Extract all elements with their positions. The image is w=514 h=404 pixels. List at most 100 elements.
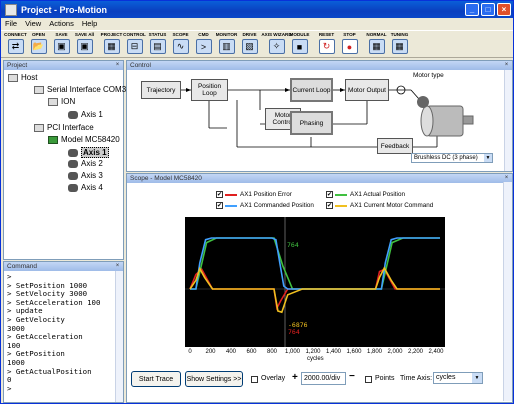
panel-close-icon[interactable]: × bbox=[114, 263, 121, 270]
toolbar-button-label: OPEN bbox=[31, 32, 46, 37]
toolbar-button-label: STATUS bbox=[148, 32, 167, 37]
points-label: Points bbox=[375, 375, 395, 382]
legend-item-actual-position[interactable]: ✔ AX1 Actual Position bbox=[326, 191, 405, 198]
toolbar-button-cmd[interactable]: CMD > bbox=[192, 31, 215, 58]
x-tick-label: 1,000 bbox=[284, 349, 301, 355]
toolbar-button-tuning[interactable]: TUNING ▦ bbox=[388, 31, 411, 58]
toolbar-button-label: NORMAL bbox=[366, 32, 387, 37]
panel-close-icon[interactable]: × bbox=[503, 62, 510, 69]
toolbar-button-control[interactable]: CONTROL ⊟ bbox=[123, 31, 146, 58]
toolbar-button-status[interactable]: STATUS ▤ bbox=[146, 31, 169, 58]
trajectory-block[interactable]: Trajectory bbox=[141, 81, 181, 99]
x-tick-label: 2,200 bbox=[407, 349, 424, 355]
tree-node-pci[interactable]: PCI Interface bbox=[34, 123, 94, 132]
tree-node-host[interactable]: Host bbox=[8, 73, 37, 82]
checkbox[interactable]: ✔ bbox=[326, 191, 333, 198]
legend-swatch bbox=[335, 204, 347, 207]
toolbar-button-open[interactable]: OPEN 📂 bbox=[27, 31, 50, 58]
tree-node-axis[interactable]: Axis 4 bbox=[68, 183, 103, 192]
drive-icon bbox=[48, 97, 58, 106]
checkbox[interactable]: ✔ bbox=[216, 191, 223, 198]
pci-icon bbox=[34, 123, 44, 132]
save-icon: ▣ bbox=[53, 39, 70, 54]
tree-node-serial[interactable]: Serial Interface COM3 bbox=[34, 85, 126, 94]
project-panel: Project × Host Serial Interface COM3 ION… bbox=[3, 60, 126, 260]
wizard-icon: ✧ bbox=[268, 39, 285, 54]
chevron-down-icon[interactable]: ▼ bbox=[484, 154, 492, 162]
toolbar-button-stop[interactable]: STOP ● bbox=[338, 31, 361, 58]
menu-actions[interactable]: Actions bbox=[49, 19, 74, 28]
command-console[interactable]: > > SetPosition 1000 > SetVelocity 3000 > S… bbox=[7, 272, 100, 393]
menu-help[interactable]: Help bbox=[82, 19, 97, 28]
zoom-out-icon[interactable]: − bbox=[349, 371, 355, 382]
tree-node-ion[interactable]: ION bbox=[48, 97, 75, 106]
x-tick-label: 2,400 bbox=[428, 349, 444, 355]
toolbar-button-drive[interactable]: DRIVE ▧ bbox=[238, 31, 261, 58]
menu-file[interactable]: File bbox=[5, 19, 17, 28]
feedback-block[interactable]: Feedback bbox=[377, 138, 413, 154]
x-tick-label: 1,400 bbox=[325, 349, 342, 355]
project-icon: ▦ bbox=[103, 39, 120, 54]
scope-plot[interactable]: 764 -6876 764 bbox=[185, 217, 445, 347]
toolbar-button-module[interactable]: MODULE ■ bbox=[288, 31, 311, 58]
show-settings-button[interactable]: Show Settings >> bbox=[185, 371, 243, 387]
legend-item-commanded-position[interactable]: ✔ AX1 Commanded Position bbox=[216, 202, 314, 209]
main-window: Project - Pro-Motion _ □ × File View Act… bbox=[0, 0, 514, 404]
toolbar-button-normal[interactable]: NORMAL ▦ bbox=[365, 31, 388, 58]
zoom-field[interactable]: 2000.00/div bbox=[301, 372, 346, 385]
console-line: > GetAcceleration bbox=[7, 332, 83, 342]
toolbar-button-scope[interactable]: SCOPE ∿ bbox=[169, 31, 192, 58]
tree-node-axis[interactable]: Axis 2 bbox=[68, 159, 103, 168]
x-tick-label: 2,000 bbox=[387, 349, 403, 355]
toolbar-button-axis-wizard[interactable]: AXIS WIZARD ✧ bbox=[261, 31, 292, 58]
motor-type-select[interactable]: Brushless DC (3 phase) ▼ bbox=[411, 153, 493, 163]
position-loop-block[interactable]: Position Loop bbox=[191, 79, 228, 101]
toolbar-button-project[interactable]: PROJECT ▦ bbox=[100, 31, 123, 58]
toolbar-button-reset[interactable]: RESET ↻ bbox=[315, 31, 338, 58]
motor-type-label: Motor type bbox=[413, 72, 444, 79]
toolbar-button-label: SCOPE bbox=[172, 32, 189, 37]
drive-icon: ▧ bbox=[241, 39, 258, 54]
close-button[interactable]: × bbox=[497, 3, 511, 16]
tree-node-axis[interactable]: Axis 1 bbox=[68, 110, 103, 119]
axis-icon bbox=[68, 171, 78, 180]
command-icon: > bbox=[195, 39, 212, 54]
tree-node-axis[interactable]: Axis 3 bbox=[68, 171, 103, 180]
cursor-value-bottom-2: 764 bbox=[288, 328, 300, 336]
time-axis-select[interactable]: cycles ▼ bbox=[433, 372, 483, 384]
scope-scrollbar[interactable] bbox=[503, 182, 512, 401]
cursor-value-top: 764 bbox=[287, 241, 299, 249]
minimize-button[interactable]: _ bbox=[465, 3, 479, 16]
legend-item-position-error[interactable]: ✔ AX1 Position Error bbox=[216, 191, 292, 198]
chevron-down-icon[interactable]: ▼ bbox=[472, 373, 482, 383]
start-trace-button[interactable]: Start Trace bbox=[131, 371, 181, 387]
scope-chart bbox=[185, 217, 445, 347]
toolbar-button-label: DRIVE bbox=[242, 32, 257, 37]
motor-image bbox=[417, 96, 474, 137]
control-scrollbar[interactable] bbox=[504, 70, 512, 171]
checkbox[interactable]: ✔ bbox=[216, 202, 223, 209]
zoom-in-icon[interactable]: + bbox=[292, 372, 298, 383]
serial-port-icon bbox=[34, 85, 44, 94]
command-scrollbar[interactable] bbox=[115, 271, 123, 402]
toolbar-button-save[interactable]: SAVE ▣ bbox=[50, 31, 73, 58]
toolbar-button-save-all[interactable]: SAVE All ▣ bbox=[73, 31, 96, 58]
motor-output-block[interactable]: Motor Output bbox=[345, 79, 389, 101]
current-loop-block[interactable]: Current Loop bbox=[290, 78, 333, 102]
x-tick-label: 1,800 bbox=[366, 349, 383, 355]
toolbar-button-connect[interactable]: CONNECT ⇄ bbox=[4, 31, 27, 58]
tree-node-axis[interactable]: Axis 1 bbox=[68, 147, 109, 158]
checkbox[interactable]: ✔ bbox=[326, 202, 333, 209]
phasing-block[interactable]: Phasing bbox=[290, 111, 333, 135]
title-bar[interactable]: Project - Pro-Motion _ □ × bbox=[1, 1, 513, 18]
tree-node-model[interactable]: Model MC58420 bbox=[48, 135, 120, 144]
panel-close-icon[interactable]: × bbox=[114, 62, 121, 69]
menu-view[interactable]: View bbox=[25, 19, 41, 28]
maximize-button[interactable]: □ bbox=[481, 3, 495, 16]
points-checkbox[interactable] bbox=[365, 376, 372, 383]
toolbar-button-monitor[interactable]: MONITOR ▥ bbox=[215, 31, 238, 58]
computer-icon bbox=[8, 73, 18, 82]
overlay-checkbox[interactable] bbox=[251, 376, 258, 383]
legend-item-motor-command[interactable]: ✔ AX1 Current Motor Command bbox=[326, 202, 433, 209]
panel-close-icon[interactable]: × bbox=[503, 175, 510, 182]
